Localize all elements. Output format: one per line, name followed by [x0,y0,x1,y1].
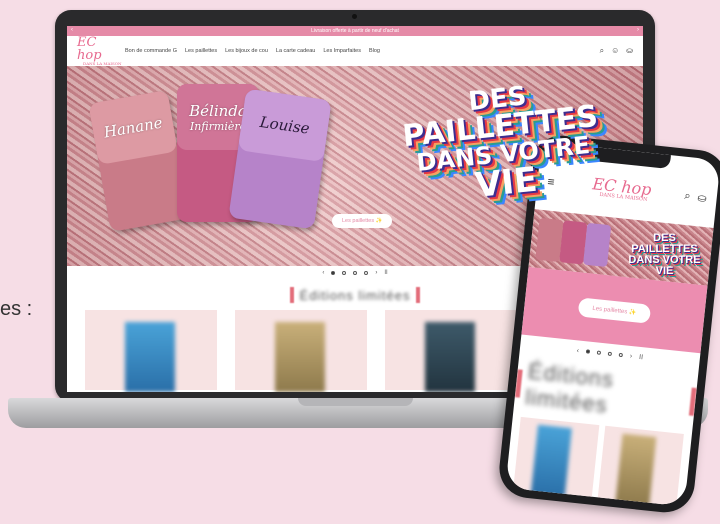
title-accent [416,287,421,303]
glitter-pot: Louise [228,88,332,230]
title-accent [689,387,697,416]
announcement-text: Livraison offerte à partir de neuf d'ach… [311,28,399,34]
chevron-left-icon[interactable]: ‹ [576,347,579,354]
nav-item-imparfaites[interactable]: Les Imparfaites [323,48,361,54]
carousel-dot[interactable] [618,352,624,358]
hero-slogan: DES PAILLETTES DANS VOTRE VIE [628,232,701,278]
hero-cta-button[interactable]: Les paillettes ✨ [577,296,652,324]
carousel-dot[interactable] [342,271,347,275]
announcement-bar: ‹ Livraison offerte à partir de neuf d'a… [67,26,643,36]
title-accent [514,369,523,398]
carousel-dot[interactable] [364,271,369,275]
carousel-dot[interactable] [596,350,602,355]
nav-item-bijoux[interactable]: Les bijoux de cou [225,48,268,54]
edge-text: es : [0,298,33,320]
product-card[interactable] [235,310,367,392]
hero-cta-button[interactable]: Les paillettes ✨ [332,214,393,228]
nav-item-order[interactable]: Bon de commande G [125,48,177,54]
chevron-right-icon[interactable]: › [629,352,632,359]
carousel-dot[interactable] [607,351,613,357]
cart-icon[interactable]: ⛀ [626,46,633,56]
chevron-right-icon[interactable]: › [375,270,377,276]
header: EC hop DANS LA MAISON Bon de commande G L… [67,36,643,66]
site-logo[interactable]: EC hop DANS LA MAISON [77,36,125,66]
cart-icon[interactable]: ⛀ [697,191,708,205]
glitter-pot: Hanane [88,90,190,232]
title-accent [289,287,294,303]
carousel-dot[interactable] [585,349,591,354]
header-icons: ⌕ ☺ ⛀ [600,46,633,56]
camera-dot [352,14,357,19]
chevron-right-icon[interactable]: › [637,27,639,33]
nav-item-gift-card[interactable]: La carte cadeau [276,48,315,54]
product-card[interactable] [385,310,517,392]
main-nav: Bon de commande G Les paillettes Les bij… [125,48,380,54]
nav-item-blog[interactable]: Blog [369,48,380,54]
hero-slogan: DES PAILLETTES DANS VOTRE VIE [400,81,600,206]
chevron-left-icon[interactable]: ‹ [71,27,73,33]
search-icon[interactable]: ⌕ [684,189,691,203]
nav-item-paillettes[interactable]: Les paillettes [185,48,217,54]
product-card[interactable] [512,416,600,505]
search-icon[interactable]: ⌕ [600,46,604,56]
glitter-pot [583,222,612,268]
chevron-left-icon[interactable]: ‹ [322,270,324,276]
account-icon[interactable]: ☺ [611,46,619,56]
carousel-dot[interactable] [353,271,358,275]
carousel-dot[interactable] [331,271,336,275]
pause-icon[interactable]: II [384,270,387,276]
product-card[interactable] [596,425,684,507]
pause-icon[interactable]: II [639,353,644,360]
product-card[interactable] [85,310,217,392]
